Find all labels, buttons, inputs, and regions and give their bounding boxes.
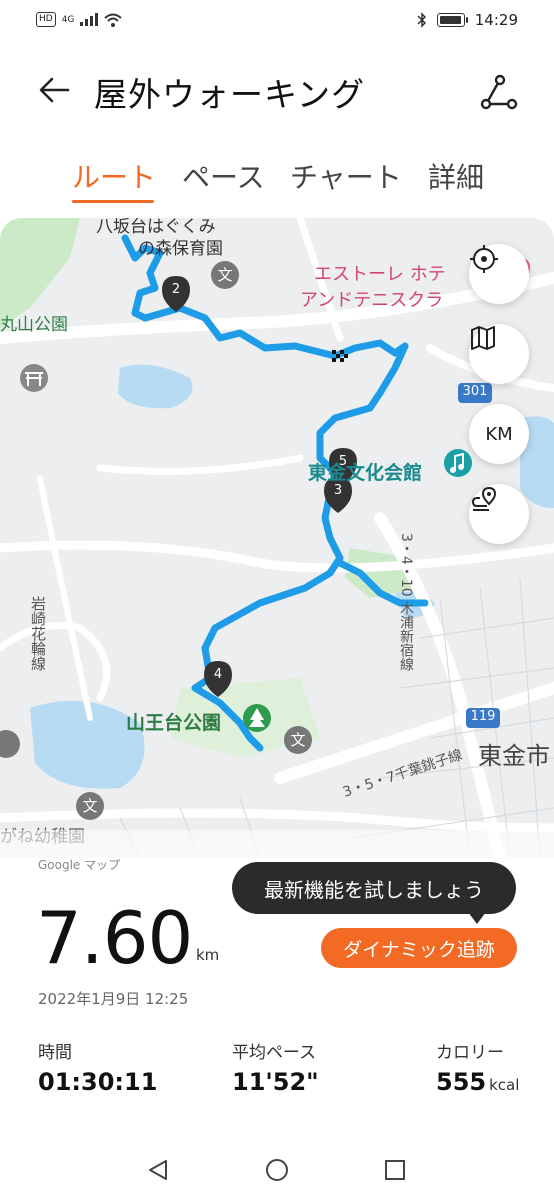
stat-value-text: 555 [436, 1068, 487, 1096]
status-right: 14:29 [417, 11, 518, 29]
status-left: HD 4G [36, 12, 123, 27]
school-icon [0, 730, 20, 758]
status-time: 14:29 [474, 11, 518, 29]
stat-value-pace: 11'52" [232, 1068, 319, 1096]
distance-value: 7.60 [36, 896, 193, 980]
stat-value-text: 11'52" [232, 1068, 319, 1096]
map-label-nursery: の森保育園 [138, 239, 223, 259]
route-map[interactable]: 八坂台はぐくみ の森保育園 エストーレ ホテ アンドテニスクラ 丸山公園 東金文… [0, 218, 554, 858]
map-label-park: 丸山公園 [0, 315, 68, 335]
map-label-road: 岩崎花輪線 [29, 596, 47, 671]
stat-label-time: 時間 [38, 1043, 72, 1063]
workout-date: 2022年1月9日 12:25 [38, 990, 189, 1008]
map-label-culture-hall: 東金文化会館 [308, 462, 423, 484]
route-playback-button[interactable] [469, 484, 529, 544]
shrine-icon [20, 364, 48, 392]
route-301-label: 301 [462, 384, 488, 399]
nav-recents-icon[interactable] [383, 1158, 407, 1182]
locate-button[interactable] [469, 244, 529, 304]
school-label: 文 [217, 266, 233, 284]
stat-label-pace: 平均ペース [232, 1043, 317, 1063]
dynamic-tracking-button[interactable]: ダイナミック追跡 [321, 928, 517, 968]
map-attribution: Google マップ [38, 858, 121, 872]
map-label-hotel: アンドテニスクラ [300, 290, 444, 311]
map-label-hotel: エストーレ ホテ [314, 264, 446, 285]
tab-chart[interactable]: チャート [290, 156, 402, 196]
map-label-city: 東金市 [478, 742, 550, 770]
tab-pace[interactable]: ペース [182, 156, 265, 196]
back-arrow-icon[interactable] [36, 72, 72, 108]
map-label-sannodai-park: 山王台公園 [126, 712, 222, 734]
title-bar: 屋外ウォーキング [0, 56, 554, 126]
new-feature-tooltip[interactable]: 最新機能を試しましょう [232, 862, 516, 914]
km-marker-label: 3 [333, 483, 343, 498]
tab-bar: ルート ペース チャート 詳細 [0, 150, 554, 206]
bluetooth-icon [417, 12, 426, 28]
km-marker-label: 2 [171, 282, 181, 297]
tooltip-pointer [468, 912, 486, 924]
tab-active-indicator [72, 200, 154, 203]
page-title: 屋外ウォーキング [94, 75, 366, 114]
stat-value-calories: 555 kcal [436, 1068, 519, 1096]
map-fold-icon [471, 326, 495, 350]
route-share-icon[interactable] [478, 72, 518, 112]
km-markers-toggle[interactable]: KM [469, 404, 529, 464]
tab-route[interactable]: ルート [72, 156, 156, 196]
tab-details[interactable]: 詳細 [428, 156, 484, 196]
park-marker-icon [243, 704, 271, 732]
nav-back-icon[interactable] [146, 1158, 170, 1182]
km-marker-label: 5 [338, 454, 348, 469]
wifi-icon [104, 13, 123, 27]
route-119-label: 119 [470, 709, 496, 724]
distance-unit: km [196, 946, 220, 964]
signal-icon [80, 13, 99, 26]
music-venue-icon [444, 449, 472, 477]
network-badge: 4G [61, 14, 75, 25]
map-label-road: 3・4・10 木浦新宿線 [398, 533, 414, 672]
km-marker-label: 4 [213, 667, 223, 682]
status-bar: HD 4G 14:29 [0, 0, 554, 44]
school-label: 文 [290, 731, 306, 749]
system-nav-bar [0, 1140, 554, 1200]
stat-unit-kcal: kcal [489, 1076, 520, 1094]
stat-value-text: 01:30:11 [38, 1068, 158, 1096]
crosshair-icon [470, 245, 498, 273]
map-layer-button[interactable] [469, 324, 529, 384]
route-pin-icon [471, 486, 497, 511]
map-canvas [0, 218, 554, 858]
stat-value-time: 01:30:11 [38, 1068, 157, 1096]
stat-label-calories: カロリー [436, 1043, 504, 1063]
battery-icon [436, 13, 468, 27]
hd-badge: HD [36, 12, 56, 27]
nav-home-icon[interactable] [265, 1158, 289, 1182]
school-label: 文 [82, 797, 98, 815]
water-area [118, 364, 193, 409]
